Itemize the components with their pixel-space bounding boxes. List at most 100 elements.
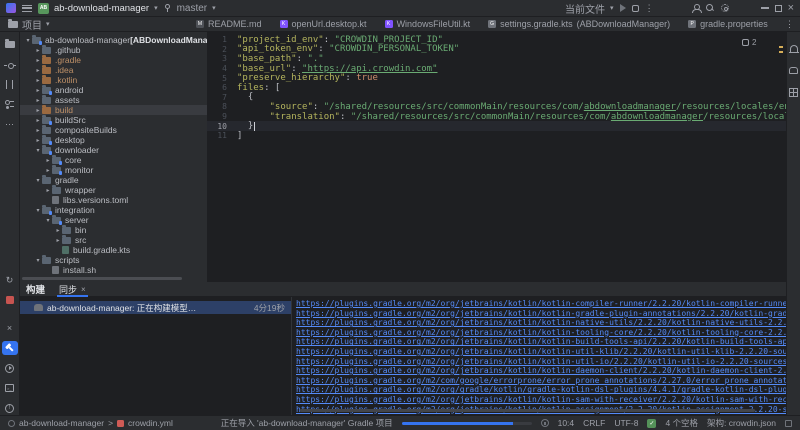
tree-item-core[interactable]: ▸core: [20, 155, 207, 165]
artifact-download-link[interactable]: https://plugins.gradle.org/m2/org/jetbra…: [296, 309, 786, 318]
build-tab-sync[interactable]: 同步 ×: [57, 282, 88, 297]
code-editor[interactable]: 1"project_id_env": "CROWDIN_PROJECT_ID"2…: [207, 32, 786, 282]
tree-item-gradle[interactable]: ▾gradle: [20, 175, 207, 185]
project-folder-icon[interactable]: [2, 38, 18, 52]
warning-stripe-mark[interactable]: [779, 51, 783, 53]
encoding-widget[interactable]: UTF-8: [614, 418, 638, 428]
tree-chevron-icon[interactable]: ▾: [34, 147, 42, 154]
tree-item--gradle[interactable]: ▸.gradle: [20, 55, 207, 65]
tree-item-android[interactable]: ▸android: [20, 85, 207, 95]
commit-icon[interactable]: [2, 58, 18, 72]
tree-item-ab-download-manager[interactable]: ▾ab-download-manager [ABDownloadManager]…: [20, 35, 207, 45]
inspections-widget[interactable]: 2: [742, 38, 756, 47]
code-line-1[interactable]: 1"project_id_env": "CROWDIN_PROJECT_ID": [207, 35, 786, 45]
tree-chevron-icon[interactable]: ▾: [34, 257, 42, 264]
close-tab-icon[interactable]: ×: [81, 285, 86, 294]
code-line-2[interactable]: 2"api_token_env": "CROWDIN_PERSONAL_TOKE…: [207, 45, 786, 55]
main-menu-icon[interactable]: [22, 5, 32, 12]
tree-chevron-icon[interactable]: ▸: [44, 187, 52, 194]
debug-button[interactable]: [632, 5, 639, 12]
code-line-5[interactable]: 5"preserve_hierarchy": true: [207, 73, 786, 83]
tree-item-monitor[interactable]: ▸monitor: [20, 165, 207, 175]
tree-chevron-icon[interactable]: ▾: [44, 217, 52, 224]
tab-options-icon[interactable]: ⋮: [785, 19, 794, 30]
breadcrumb[interactable]: ab-download-manager > crowdin.yml: [8, 418, 173, 428]
tree-chevron-icon[interactable]: ▸: [34, 127, 42, 134]
code-line-10[interactable]: 10 }: [207, 121, 786, 131]
tree-chevron-icon[interactable]: ▸: [34, 77, 42, 84]
tree-chevron-icon[interactable]: ▸: [34, 97, 42, 104]
build-task-row[interactable]: ab-download-manager: 正在构建模型… 4分19秒: [20, 301, 291, 314]
cursor-position-widget[interactable]: 10:4: [558, 418, 575, 428]
restore-button[interactable]: [775, 5, 782, 12]
code-line-9[interactable]: 9 "translation": "/shared/resources/src/…: [207, 112, 786, 122]
tree-chevron-icon[interactable]: ▾: [34, 177, 42, 184]
tree-chevron-icon[interactable]: ▸: [34, 87, 42, 94]
editor-tab[interactable]: Gsettings.gradle.kts (ABDownloadManager): [479, 17, 679, 31]
terminal-icon[interactable]: >_: [2, 381, 18, 395]
build-output-console[interactable]: https://plugins.gradle.org/m2/org/jetbra…: [292, 297, 786, 415]
artifact-download-link[interactable]: https://plugins.gradle.org/m2/org/jetbra…: [296, 357, 786, 366]
build-log-hscrollbar[interactable]: [300, 409, 755, 412]
no-problems-icon[interactable]: ✓: [647, 419, 656, 428]
code-line-7[interactable]: 7 {: [207, 93, 786, 103]
tree-chevron-icon[interactable]: ▾: [34, 207, 42, 214]
search-everywhere-icon[interactable]: [706, 4, 715, 13]
notifications-bell-icon[interactable]: [788, 42, 800, 54]
tree-item-downloader[interactable]: ▾downloader: [20, 145, 207, 155]
run-config-selector[interactable]: 当前文件 ▾: [565, 1, 614, 16]
editor-tab[interactable]: Pgradle.properties: [679, 17, 774, 31]
stop-build-icon[interactable]: [2, 294, 18, 308]
editor-tab[interactable]: KWindowsFileUtil.kt: [376, 17, 480, 31]
code-line-6[interactable]: 6files: [: [207, 83, 786, 93]
settings-gear-icon[interactable]: [721, 4, 729, 12]
tree-item-wrapper[interactable]: ▸wrapper: [20, 185, 207, 195]
breadcrumb-project[interactable]: ab-download-manager: [19, 418, 104, 428]
tree-item-server[interactable]: ▾server: [20, 215, 207, 225]
tree-item-bin[interactable]: ▸bin: [20, 225, 207, 235]
tree-chevron-icon[interactable]: ▸: [54, 237, 62, 244]
artifact-download-link[interactable]: https://plugins.gradle.org/m2/com/google…: [296, 376, 786, 385]
tree-item-desktop[interactable]: ▸desktop: [20, 135, 207, 145]
readonly-toggle-icon[interactable]: [785, 420, 792, 427]
tree-item-build-gradle-kts[interactable]: build.gradle.kts: [20, 245, 207, 255]
tree-item-build[interactable]: ▸build: [20, 105, 207, 115]
warning-stripe-mark[interactable]: [779, 46, 783, 48]
tree-chevron-icon[interactable]: ▸: [54, 227, 62, 234]
code-line-11[interactable]: 11]: [207, 131, 786, 141]
tree-item-src[interactable]: ▸src: [20, 235, 207, 245]
tree-chevron-icon[interactable]: ▸: [34, 137, 42, 144]
artifact-download-link[interactable]: https://plugins.gradle.org/m2/org/jetbra…: [296, 337, 786, 346]
code-line-8[interactable]: 8 "source": "/shared/resources/src/commo…: [207, 102, 786, 112]
project-widget[interactable]: AB ab-download-manager ▾: [38, 3, 158, 14]
run-button[interactable]: [620, 4, 626, 12]
artifact-download-link[interactable]: https://plugins.gradle.org/m2/org/gradle…: [296, 385, 786, 394]
rerun-build-icon[interactable]: ↻: [2, 274, 18, 288]
artifact-download-link[interactable]: https://plugins.gradle.org/m2/org/jetbra…: [296, 328, 786, 337]
schema-widget[interactable]: 架构: crowdin.json: [707, 417, 776, 429]
code-line-4[interactable]: 4"base_url": "https://api.crowdin.com": [207, 64, 786, 74]
artifact-download-link[interactable]: https://plugins.gradle.org/m2/org/jetbra…: [296, 395, 786, 404]
artifact-download-link[interactable]: https://plugins.gradle.org/m2/org/jetbra…: [296, 347, 786, 356]
problems-icon[interactable]: !: [2, 401, 18, 415]
tree-item-assets[interactable]: ▸assets: [20, 95, 207, 105]
tree-chevron-icon[interactable]: ▾: [24, 37, 32, 44]
tree-item--github[interactable]: ▸.github: [20, 45, 207, 55]
gradle-icon[interactable]: [788, 64, 800, 76]
tree-chevron-icon[interactable]: ▸: [44, 167, 52, 174]
project-tree-hscrollbar[interactable]: [22, 277, 182, 280]
project-panel-header[interactable]: 项目 ▾: [0, 17, 187, 31]
tree-item-buildsrc[interactable]: ▸buildSrc: [20, 115, 207, 125]
cancel-progress-icon[interactable]: [541, 419, 549, 427]
pull-requests-icon[interactable]: [2, 78, 18, 92]
services-icon[interactable]: [2, 361, 18, 375]
tools-icon[interactable]: ×: [2, 321, 18, 335]
tree-chevron-icon[interactable]: ▸: [34, 117, 42, 124]
tree-chevron-icon[interactable]: ▸: [34, 57, 42, 64]
tree-chevron-icon[interactable]: ▸: [34, 67, 42, 74]
build-tool-window-icon[interactable]: [2, 341, 18, 355]
tree-chevron-icon[interactable]: ▸: [44, 157, 52, 164]
editor-tab[interactable]: KopenUrl.desktop.kt: [271, 17, 376, 31]
breadcrumb-file[interactable]: crowdin.yml: [128, 418, 173, 428]
code-with-me-icon[interactable]: [692, 4, 700, 12]
